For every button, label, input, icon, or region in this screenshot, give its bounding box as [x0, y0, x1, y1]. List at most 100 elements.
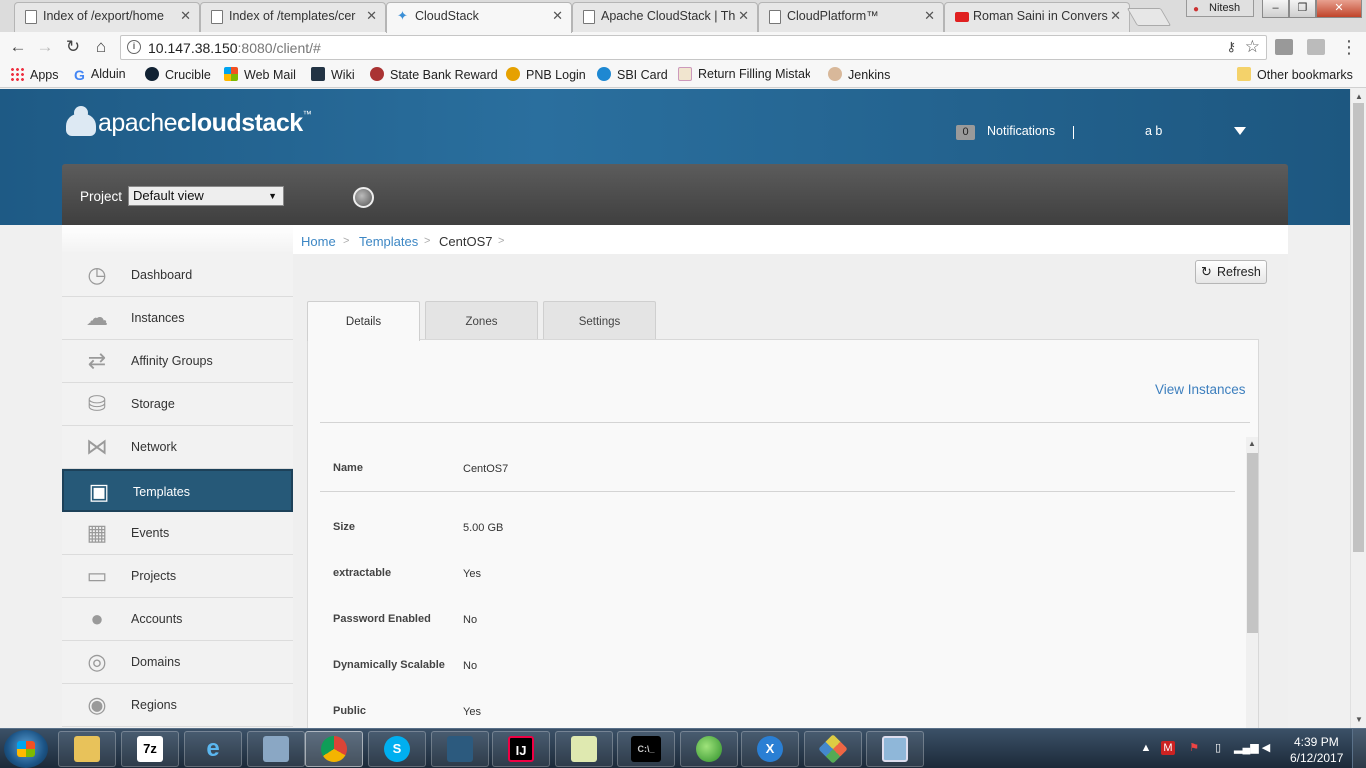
device-icon[interactable]: ▯: [1211, 741, 1225, 755]
close-icon[interactable]: ✕: [738, 3, 749, 29]
view-instances-link[interactable]: View Instances: [1155, 382, 1246, 397]
globe-icon[interactable]: [353, 187, 374, 208]
browser-tab[interactable]: Apache CloudStack | Th ✕: [572, 2, 758, 32]
internet-explorer-icon[interactable]: e: [184, 731, 242, 767]
remote-desktop-icon[interactable]: [866, 731, 924, 767]
flag-icon[interactable]: ⚑: [1187, 741, 1201, 755]
back-arrow-icon[interactable]: ←: [7, 36, 29, 58]
window-close-button[interactable]: ✕: [1316, 0, 1362, 18]
browser-tab[interactable]: Index of /export/home ✕: [14, 2, 200, 32]
mysql-workbench-icon[interactable]: [431, 731, 489, 767]
close-icon[interactable]: ✕: [552, 3, 563, 29]
bookmark-sbi-card[interactable]: SBI Card: [597, 67, 668, 82]
cloudstack-logo[interactable]: apachecloudstack™: [66, 106, 312, 145]
bookmark-apps[interactable]: Apps: [10, 67, 59, 82]
bookmark-wiki[interactable]: Wiki: [311, 67, 355, 82]
detail-value: No: [463, 660, 478, 672]
bookmark-jenkins[interactable]: Jenkins: [828, 67, 890, 82]
tab-settings[interactable]: Settings: [543, 301, 656, 340]
storage-icon: ⛁: [87, 391, 107, 416]
clock-date[interactable]: 6/12/2017: [1290, 751, 1343, 765]
breadcrumb-templates[interactable]: Templates: [359, 234, 418, 249]
sidebar-item-storage[interactable]: ⛁ Storage: [62, 383, 293, 426]
sidebar-item-dashboard[interactable]: ◷ Dashboard: [62, 254, 293, 297]
url-text[interactable]: 10.147.38.150:8080/client/#: [148, 40, 321, 56]
bookmark-return-filling[interactable]: Return Filling Mistake: [678, 67, 810, 82]
page-scrollbar[interactable]: ▲ ▼: [1350, 89, 1366, 728]
address-bar[interactable]: i 10.147.38.150:8080/client/# ⚷ ☆: [120, 35, 1267, 60]
browser-tab[interactable]: CloudPlatform™ ✕: [758, 2, 944, 32]
bookmark-web-mail[interactable]: Web Mail: [224, 67, 296, 82]
detail-label: extractable: [333, 567, 392, 579]
scrollbar-thumb[interactable]: [1353, 103, 1364, 552]
home-icon[interactable]: ⌂: [90, 36, 112, 58]
minimize-button[interactable]: –: [1262, 0, 1289, 18]
scrollbar-thumb[interactable]: [1247, 453, 1258, 633]
extension-icon[interactable]: [1275, 39, 1293, 55]
green-globe-icon[interactable]: [680, 731, 738, 767]
close-icon[interactable]: ✕: [180, 3, 191, 29]
browser-tab[interactable]: Index of /templates/cer ✕: [200, 2, 386, 32]
sidebar-item-network[interactable]: ⋈ Network: [62, 426, 293, 469]
refresh-button[interactable]: ↻ Refresh: [1195, 260, 1267, 284]
sidebar-item-templates[interactable]: ▣ Templates: [62, 469, 293, 512]
browser-tab[interactable]: Roman Saini in Convers ✕: [944, 2, 1130, 32]
git-icon[interactable]: [804, 731, 862, 767]
network-signal-icon[interactable]: ▂▄▆: [1234, 741, 1259, 755]
file-explorer-icon[interactable]: [58, 731, 116, 767]
start-button[interactable]: [4, 730, 48, 768]
reload-icon[interactable]: ↻: [62, 36, 84, 58]
show-hidden-icons-icon[interactable]: ▲: [1139, 741, 1153, 755]
bookmark-crucible[interactable]: Crucible: [145, 67, 211, 82]
sidebar-item-events[interactable]: ▦ Events: [62, 512, 293, 555]
sidebar-item-accounts[interactable]: ● Accounts: [62, 598, 293, 641]
browser-tab-active[interactable]: ✦ CloudStack ✕: [386, 2, 572, 33]
bookmark-alduin[interactable]: G Alduin: [74, 67, 126, 83]
sidebar-item-projects[interactable]: ▭ Projects: [62, 555, 293, 598]
bookmark-state-bank-reward[interactable]: State Bank Reward: [370, 67, 498, 82]
user-menu-caret-icon[interactable]: [1234, 127, 1246, 135]
sidebar-item-regions[interactable]: ◉ Regions: [62, 684, 293, 727]
bookmark-pnb-login[interactable]: PNB Login: [506, 67, 586, 82]
xmanager-icon[interactable]: X: [741, 731, 799, 767]
tab-details[interactable]: Details: [307, 301, 420, 341]
other-bookmarks[interactable]: Other bookmarks: [1237, 67, 1353, 82]
new-tab-button[interactable]: [1126, 8, 1172, 26]
notifications-link[interactable]: Notifications: [987, 124, 1055, 138]
chrome-icon[interactable]: [305, 731, 363, 767]
sidebar-item-instances[interactable]: ☁ Instances: [62, 297, 293, 340]
breadcrumb-home[interactable]: Home: [301, 234, 336, 249]
scroll-up-arrow-icon[interactable]: ▲: [1355, 92, 1363, 101]
details-scrollbar[interactable]: ▲: [1246, 437, 1258, 740]
tab-zones[interactable]: Zones: [425, 301, 538, 340]
7zip-icon[interactable]: 7z: [121, 731, 179, 767]
close-icon[interactable]: ✕: [1110, 3, 1121, 29]
info-icon[interactable]: i: [127, 40, 141, 54]
close-icon[interactable]: ✕: [924, 3, 935, 29]
antivirus-icon[interactable]: M: [1161, 741, 1175, 755]
skype-icon[interactable]: S: [368, 731, 426, 767]
scroll-up-arrow-icon[interactable]: ▲: [1248, 439, 1256, 448]
clock-time[interactable]: 4:39 PM: [1294, 735, 1339, 749]
user-name[interactable]: a b: [1145, 124, 1162, 138]
project-select[interactable]: Default view ▼: [128, 186, 284, 206]
cmd-icon[interactable]: C:\_: [617, 731, 675, 767]
sidebar-item-affinity-groups[interactable]: ⇄ Affinity Groups: [62, 340, 293, 383]
close-icon[interactable]: ✕: [366, 3, 377, 29]
sidebar-item-domains[interactable]: ◎ Domains: [62, 641, 293, 684]
profile-button[interactable]: ● Nitesh: [1186, 0, 1254, 17]
network-tool-icon[interactable]: [247, 731, 305, 767]
star-icon[interactable]: ☆: [1245, 37, 1260, 57]
menu-icon[interactable]: ⋮: [1340, 36, 1358, 58]
breadcrumb-current[interactable]: CentOS7: [439, 234, 492, 249]
volume-icon[interactable]: ◀: [1259, 741, 1273, 755]
forward-arrow-icon[interactable]: →: [34, 36, 56, 58]
notification-count-badge[interactable]: 0: [956, 125, 975, 140]
key-icon[interactable]: ⚷: [1226, 39, 1236, 55]
scroll-down-arrow-icon[interactable]: ▼: [1355, 715, 1363, 724]
intellij-icon[interactable]: IJ: [492, 731, 550, 767]
extension-icon[interactable]: [1307, 39, 1325, 55]
notepad-plus-icon[interactable]: [555, 731, 613, 767]
maximize-button[interactable]: ❐: [1289, 0, 1316, 18]
show-desktop-button[interactable]: [1352, 729, 1366, 768]
